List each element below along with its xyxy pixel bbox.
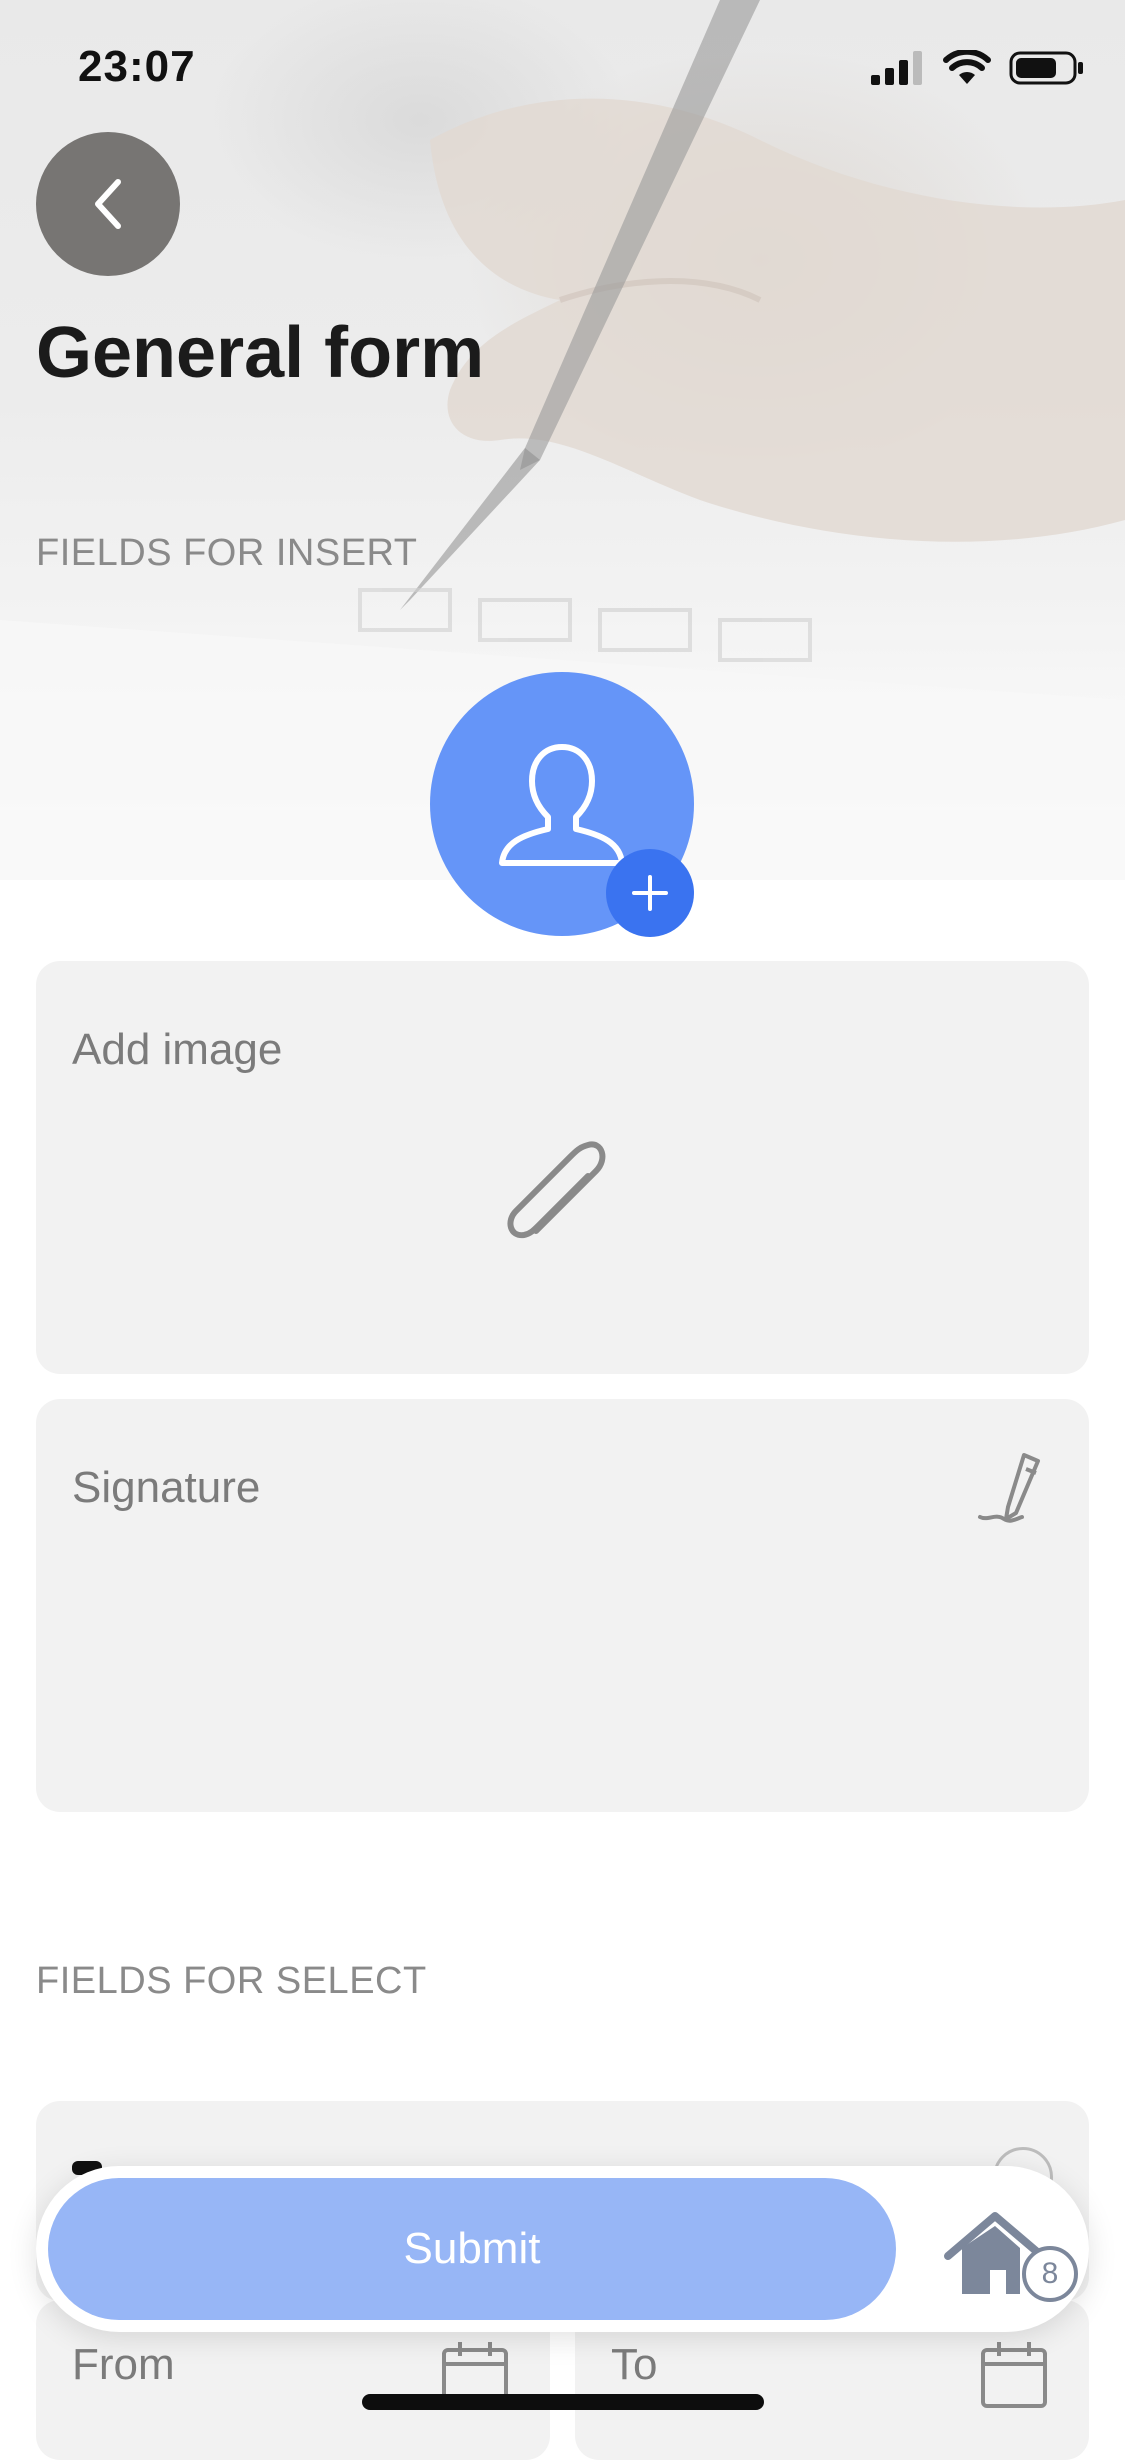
pen-icon[interactable] <box>976 1447 1056 1531</box>
section-label-insert: FIELDS FOR INSERT <box>36 532 418 574</box>
plus-icon <box>632 875 668 911</box>
battery-icon <box>1009 51 1083 85</box>
paperclip-icon <box>507 1141 606 1239</box>
signature-field[interactable]: Signature <box>36 1399 1089 1812</box>
user-icon <box>499 744 625 866</box>
add-avatar-button[interactable] <box>606 849 694 937</box>
status-time: 23:07 <box>78 42 196 91</box>
wifi-icon <box>943 50 991 84</box>
home-button[interactable]: 8 <box>940 2206 1078 2316</box>
section-label-select: FIELDS FOR SELECT <box>36 1960 427 2002</box>
signature-label: Signature <box>72 1463 261 1512</box>
add-image-label: Add image <box>72 1025 283 1074</box>
to-label: To <box>611 2340 658 2389</box>
add-image-field[interactable]: Add image <box>36 961 1089 1374</box>
page-title: General form <box>36 313 485 393</box>
status-bar: 23:07 <box>0 0 1125 130</box>
signal-icon <box>871 51 922 85</box>
submit-button[interactable]: Submit <box>48 2178 896 2320</box>
home-badge-count: 8 <box>1022 2246 1078 2302</box>
from-label: From <box>72 2340 175 2389</box>
submit-bar: Submit 8 <box>36 2166 1089 2332</box>
home-indicator[interactable] <box>362 2394 764 2410</box>
back-button[interactable] <box>36 132 180 276</box>
chevron-left-icon <box>95 179 121 229</box>
status-icons <box>871 48 1085 88</box>
calendar-icon <box>981 2342 1047 2408</box>
